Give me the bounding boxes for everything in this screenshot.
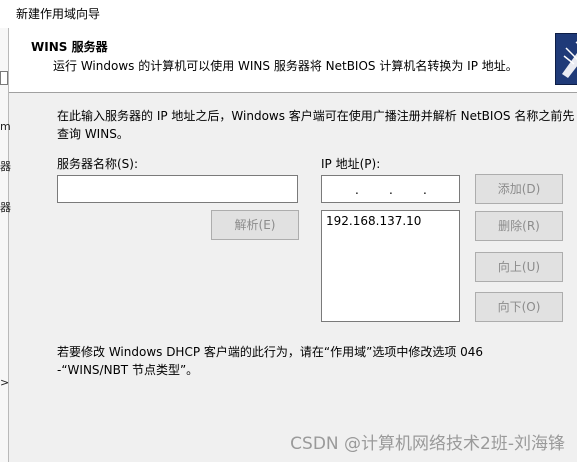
move-up-button[interactable]: 向上(U) [475, 252, 563, 282]
ip-address-label: IP 地址(P): [321, 157, 381, 171]
list-item[interactable]: 192.168.137.10 [326, 214, 421, 228]
resolve-button[interactable]: 解析(E) [211, 210, 299, 240]
background-text-fragment: > [0, 376, 10, 389]
remove-button[interactable]: 删除(R) [475, 211, 563, 241]
server-name-label: 服务器名称(S): [57, 157, 139, 171]
page-title: WINS 服务器 [31, 40, 108, 54]
ip-address-input[interactable]: ... [321, 175, 460, 203]
background-window-edge: m 器 器 > [0, 0, 11, 462]
background-control [0, 71, 8, 85]
add-button[interactable]: 添加(D) [475, 174, 563, 204]
wizard-content: 在此输入服务器的 IP 地址之后，Windows 客户端可在使用广播注册并解析 … [9, 93, 577, 462]
wizard-header: WINS 服务器 运行 Windows 的计算机可以使用 WINS 服务器将 N… [9, 28, 577, 93]
page-subtitle: 运行 Windows 的计算机可以使用 WINS 服务器将 NetBIOS 计算… [53, 59, 518, 73]
instructions-text: 在此输入服务器的 IP 地址之后，Windows 客户端可在使用广播注册并解析 … [57, 109, 575, 141]
wizard-icon [555, 33, 577, 85]
ip-address-separators: ... [355, 183, 427, 197]
window-title: 新建作用域向导 [16, 7, 101, 21]
note-text: 若要修改 Windows DHCP 客户端的此行为，请在“作用域”选项中修改选项… [57, 345, 484, 377]
wins-server-list[interactable]: 192.168.137.10 [321, 210, 460, 322]
server-name-input[interactable] [57, 175, 298, 203]
move-down-button[interactable]: 向下(O) [475, 292, 563, 322]
title-bar[interactable]: 新建作用域向导 [0, 0, 577, 28]
watermark: CSDN @计算机网络技术2班-刘海锋 [290, 434, 565, 454]
